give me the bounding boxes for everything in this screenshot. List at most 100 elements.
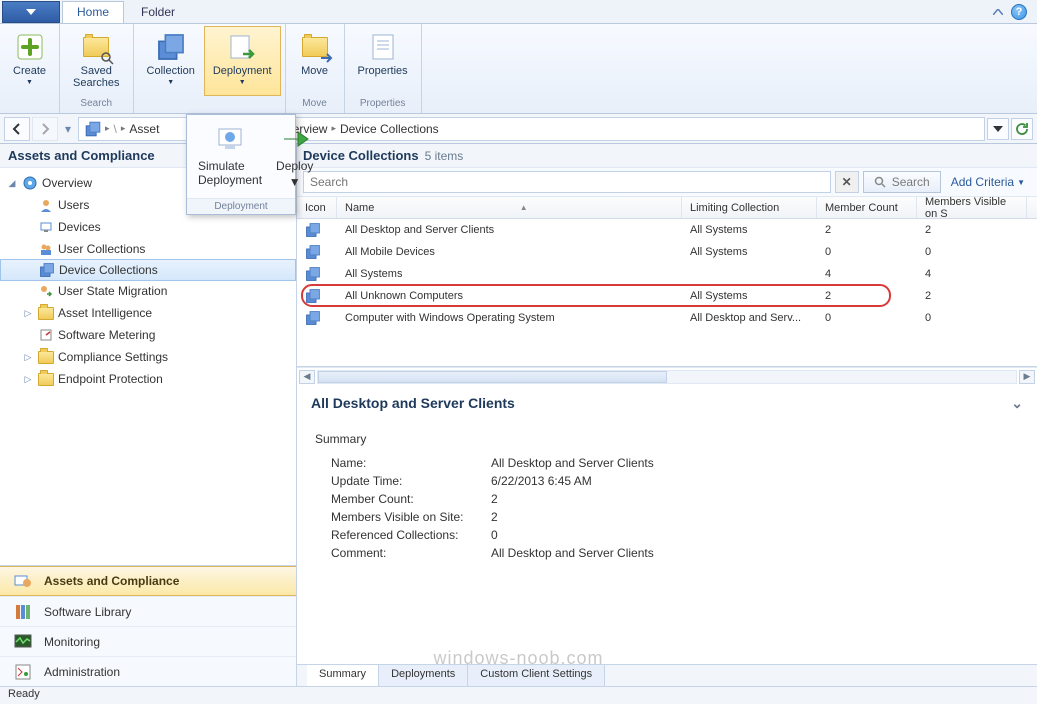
create-button[interactable]: Create ▼ bbox=[4, 26, 55, 96]
create-label: Create bbox=[13, 65, 46, 77]
tree-devices[interactable]: Devices bbox=[0, 216, 296, 238]
search-row: ✕ Search Add Criteria ▼ bbox=[297, 168, 1037, 197]
nav-software-library[interactable]: Software Library bbox=[0, 596, 296, 626]
summary-heading: Summary bbox=[311, 420, 1023, 454]
col-limiting[interactable]: Limiting Collection bbox=[682, 197, 817, 218]
devices-icon bbox=[38, 219, 54, 235]
move-icon bbox=[299, 31, 331, 63]
scroll-right-button[interactable]: ▶ bbox=[1019, 370, 1035, 384]
tree-device-collections[interactable]: Device Collections bbox=[0, 259, 296, 281]
breadcrumb-root[interactable]: Asset bbox=[129, 122, 159, 136]
row-count: 0 bbox=[817, 246, 917, 258]
row-name: All Mobile Devices bbox=[337, 246, 682, 258]
tree-software-metering[interactable]: Software Metering bbox=[0, 324, 296, 346]
collection-button[interactable]: Collection ▼ bbox=[138, 26, 204, 96]
col-name[interactable]: Name▲ bbox=[337, 197, 682, 218]
assets-icon bbox=[12, 570, 34, 592]
breadcrumb-icon bbox=[86, 121, 100, 135]
chevron-down-icon: ▼ bbox=[167, 79, 174, 86]
breadcrumb-current[interactable]: Device Collections bbox=[340, 122, 439, 136]
table-row[interactable]: All Desktop and Server Clients All Syste… bbox=[297, 219, 1037, 241]
scroll-track[interactable] bbox=[317, 370, 1017, 384]
tree-asset-intelligence[interactable]: ▷ Asset Intelligence bbox=[0, 302, 296, 324]
folder-icon bbox=[38, 305, 54, 321]
simulate-label: Simulate Deployment bbox=[198, 159, 262, 187]
ribbon-group-properties-label: Properties bbox=[349, 96, 417, 111]
col-icon[interactable]: Icon bbox=[297, 197, 337, 218]
search-icon bbox=[874, 176, 886, 188]
ribbon: Create ▼ Saved Searches Search Collectio… bbox=[0, 24, 1037, 114]
nav-monitoring[interactable]: Monitoring bbox=[0, 626, 296, 656]
properties-button[interactable]: Properties bbox=[349, 26, 417, 96]
tree-view: ◢ Overview Users Devices User Collection… bbox=[0, 168, 296, 565]
simulate-deployment-button[interactable]: Simulate Deployment bbox=[191, 119, 269, 194]
saved-searches-button[interactable]: Saved Searches bbox=[64, 26, 128, 96]
table-row[interactable]: All Unknown Computers All Systems 2 2 bbox=[297, 285, 1037, 307]
row-visible: 4 bbox=[917, 268, 1027, 280]
col-member-count[interactable]: Member Count bbox=[817, 197, 917, 218]
detail-tab-deployments[interactable]: Deployments bbox=[379, 664, 468, 686]
add-criteria-button[interactable]: Add Criteria ▼ bbox=[945, 175, 1031, 189]
clear-search-button[interactable]: ✕ bbox=[835, 171, 859, 193]
deploy-icon bbox=[280, 124, 310, 157]
kv-update-value: 6/22/2013 6:45 AM bbox=[491, 474, 592, 488]
kv-update-label: Update Time: bbox=[331, 474, 491, 488]
twisty-icon[interactable]: ▷ bbox=[22, 352, 34, 363]
twisty-icon[interactable]: ◢ bbox=[6, 178, 18, 189]
tab-folder[interactable]: Folder bbox=[126, 1, 190, 23]
kv-name-label: Name: bbox=[331, 456, 491, 470]
scroll-left-button[interactable]: ◀ bbox=[299, 370, 315, 384]
row-limiting: All Systems bbox=[682, 246, 817, 258]
horizontal-scrollbar[interactable]: ◀ ▶ bbox=[297, 367, 1037, 385]
tab-home[interactable]: Home bbox=[62, 1, 124, 23]
detail-tab-custom[interactable]: Custom Client Settings bbox=[468, 664, 605, 686]
deployment-button[interactable]: Deployment ▼ bbox=[204, 26, 281, 96]
kv-comment-value: All Desktop and Server Clients bbox=[491, 546, 654, 560]
back-button[interactable] bbox=[4, 117, 30, 141]
collection-icon bbox=[306, 267, 320, 281]
minimize-ribbon-button[interactable] bbox=[991, 5, 1005, 19]
twisty-icon[interactable]: ▷ bbox=[22, 308, 34, 319]
scroll-thumb[interactable] bbox=[318, 371, 667, 383]
history-dropdown[interactable]: ▾ bbox=[60, 117, 76, 141]
deployment-icon bbox=[226, 31, 258, 63]
table-row[interactable]: All Systems 4 4 bbox=[297, 263, 1037, 285]
detail-tab-summary[interactable]: Summary bbox=[307, 664, 379, 686]
collapse-detail-button[interactable]: ⌄ bbox=[1011, 395, 1023, 412]
deployment-label: Deployment bbox=[213, 65, 272, 77]
nav-assets-compliance[interactable]: Assets and Compliance bbox=[0, 566, 296, 596]
users-icon bbox=[38, 197, 54, 213]
tree-user-collections[interactable]: User Collections bbox=[0, 238, 296, 260]
help-icon[interactable]: ? bbox=[1011, 4, 1027, 20]
app-menu-button[interactable] bbox=[2, 1, 60, 23]
row-name: All Unknown Computers bbox=[337, 290, 682, 302]
addr-dropdown-button[interactable] bbox=[987, 118, 1009, 140]
admin-icon bbox=[12, 661, 34, 683]
row-limiting: All Systems bbox=[682, 224, 817, 236]
col-members-visible[interactable]: Members Visible on S bbox=[917, 197, 1027, 218]
nav-administration[interactable]: Administration bbox=[0, 656, 296, 686]
table-row[interactable]: Computer with Windows Operating System A… bbox=[297, 307, 1037, 329]
tree-user-state-migration[interactable]: User State Migration bbox=[0, 280, 296, 302]
search-button[interactable]: Search bbox=[863, 171, 941, 193]
forward-button[interactable] bbox=[32, 117, 58, 141]
title-bar: Home Folder ? bbox=[0, 0, 1037, 24]
detail-tabs: Summary Deployments Custom Client Settin… bbox=[297, 664, 1037, 686]
collection-icon bbox=[306, 311, 320, 325]
dropdown-group-label: Deployment bbox=[187, 198, 295, 214]
deployment-dropdown: Simulate Deployment Deploy ▼ Deployment bbox=[186, 114, 296, 215]
table-row[interactable]: All Mobile Devices All Systems 0 0 bbox=[297, 241, 1037, 263]
tree-endpoint-protection[interactable]: ▷ Endpoint Protection bbox=[0, 368, 296, 390]
device-collections-icon bbox=[39, 262, 55, 278]
migration-icon bbox=[38, 283, 54, 299]
folder-icon bbox=[38, 371, 54, 387]
twisty-icon[interactable]: ▷ bbox=[22, 374, 34, 385]
refresh-button[interactable] bbox=[1011, 118, 1033, 140]
deploy-button[interactable]: Deploy ▼ bbox=[269, 119, 320, 194]
move-button[interactable]: Move bbox=[290, 26, 340, 96]
row-name: All Desktop and Server Clients bbox=[337, 224, 682, 236]
move-label: Move bbox=[301, 65, 328, 77]
detail-panel: All Desktop and Server Clients ⌄ Summary… bbox=[297, 385, 1037, 664]
search-input[interactable] bbox=[303, 171, 831, 193]
tree-compliance-settings[interactable]: ▷ Compliance Settings bbox=[0, 346, 296, 368]
